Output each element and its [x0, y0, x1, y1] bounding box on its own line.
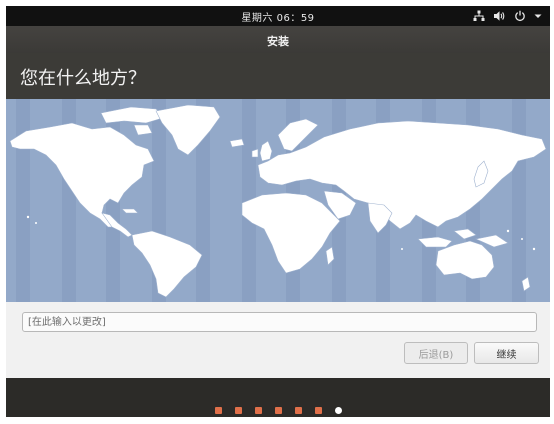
- location-panel: 后退(B) 继续: [6, 302, 550, 378]
- progress-dot: [314, 407, 322, 414]
- power-icon[interactable]: [514, 10, 526, 22]
- timezone-map[interactable]: [6, 99, 550, 302]
- volume-icon[interactable]: [493, 10, 506, 22]
- clock[interactable]: 星期六 06：59: [6, 9, 550, 24]
- progress-dot: [214, 407, 222, 414]
- system-tray[interactable]: [473, 8, 542, 24]
- continue-button[interactable]: 继续: [474, 342, 539, 364]
- caret-down-icon[interactable]: [534, 10, 542, 22]
- progress-dot: [254, 407, 262, 414]
- progress-dot: [274, 407, 282, 414]
- continents: [9, 104, 547, 298]
- system-top-bar: 星期六 06：59: [6, 6, 550, 26]
- window-title: 安装: [267, 35, 289, 48]
- page-header: 您在什么地方？: [6, 53, 550, 99]
- progress-dot: [294, 407, 302, 414]
- installer-footer: [6, 378, 550, 417]
- installer-screen: 星期六 06：59 安装 您在什么地方？ [在此输入以更改] 后退(B) 继续: [6, 6, 550, 417]
- location-search-input[interactable]: [22, 312, 537, 332]
- world-map-graphic[interactable]: [6, 99, 550, 302]
- progress-dot: [234, 407, 242, 414]
- page-title: 您在什么地方？: [20, 68, 146, 89]
- back-button[interactable]: 后退(B): [404, 342, 468, 364]
- network-icon[interactable]: [473, 10, 485, 22]
- progress-dots: [6, 407, 550, 415]
- window-titlebar[interactable]: 安装: [6, 26, 550, 53]
- progress-dot-current: [334, 407, 342, 414]
